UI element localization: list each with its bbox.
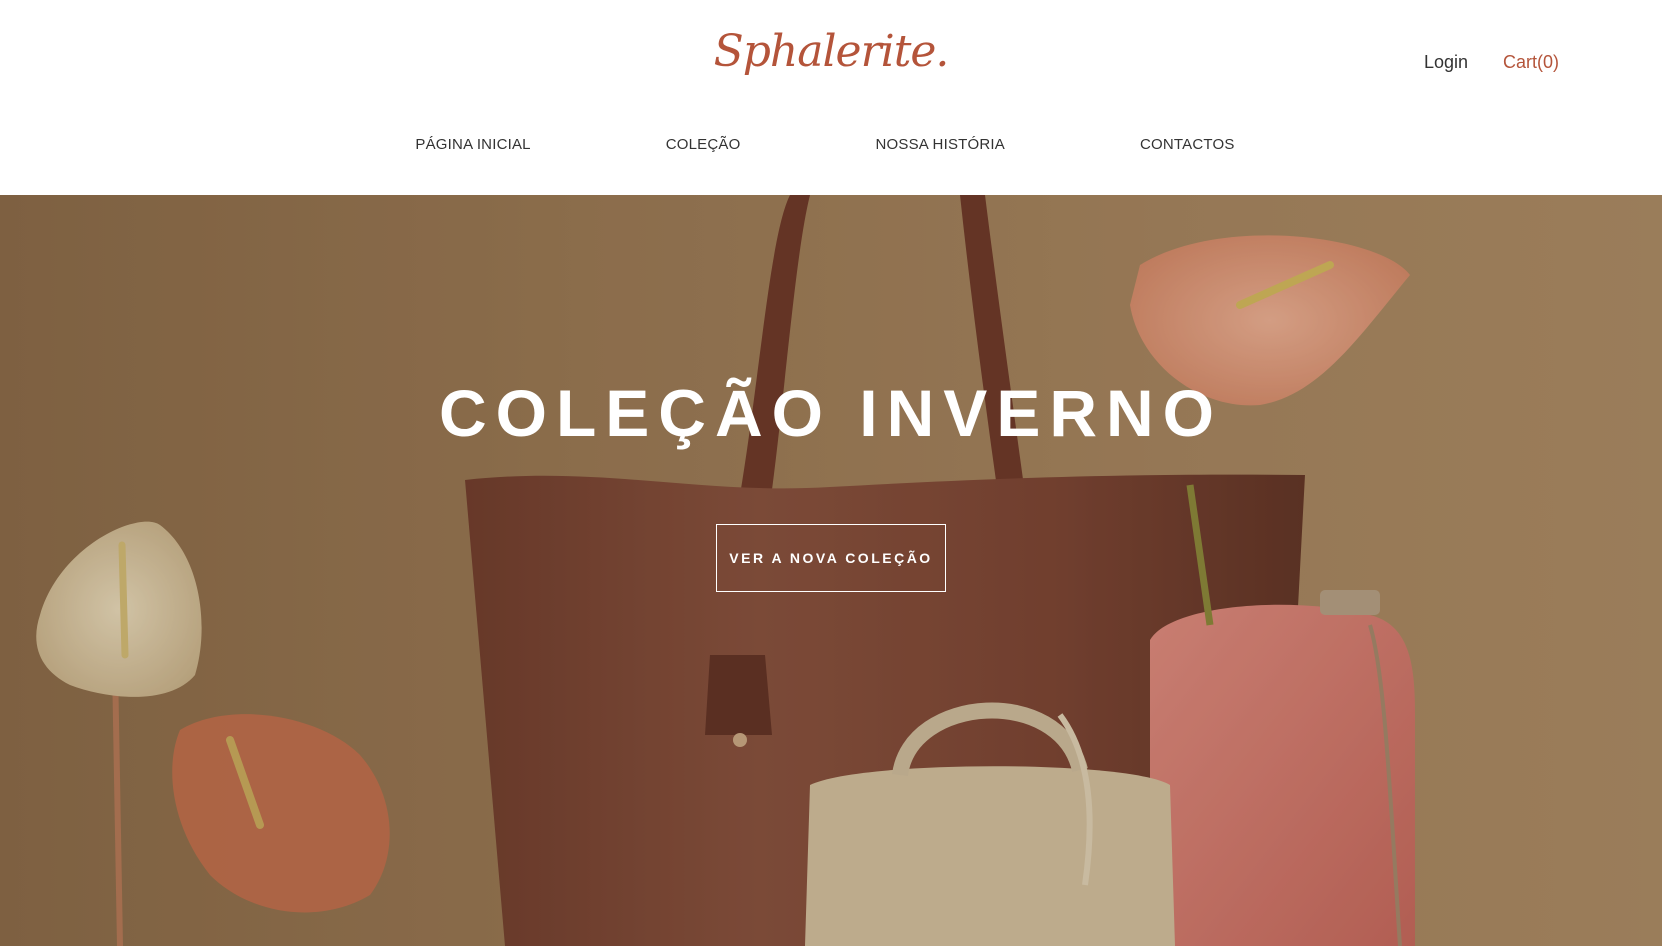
page: Sphalerite. Login Cart(0) PÁGINA INICIAL… (0, 0, 1662, 946)
nav-item-collection[interactable]: COLEÇÃO (666, 136, 741, 153)
hero-title: COLEÇÃO INVERNO (438, 376, 1224, 450)
brand-logo[interactable]: Sphalerite. (0, 26, 1662, 79)
view-collection-button[interactable]: VER A NOVA COLEÇÃO (716, 524, 946, 592)
nav-item-contacts[interactable]: CONTACTOS (1140, 136, 1235, 153)
cart-link[interactable]: Cart(0) (1503, 52, 1559, 73)
nav-item-our-story[interactable]: NOSSA HISTÓRIA (876, 136, 1006, 153)
hero-banner: COLEÇÃO INVERNO VER A NOVA COLEÇÃO (0, 195, 1662, 946)
main-nav: PÁGINA INICIAL COLEÇÃO NOSSA HISTÓRIA CO… (0, 136, 1662, 153)
nav-item-home[interactable]: PÁGINA INICIAL (415, 136, 530, 153)
login-link[interactable]: Login (1424, 52, 1468, 73)
header-account-links: Login Cart(0) (1424, 52, 1559, 73)
site-header: Sphalerite. Login Cart(0) PÁGINA INICIAL… (0, 0, 1662, 195)
